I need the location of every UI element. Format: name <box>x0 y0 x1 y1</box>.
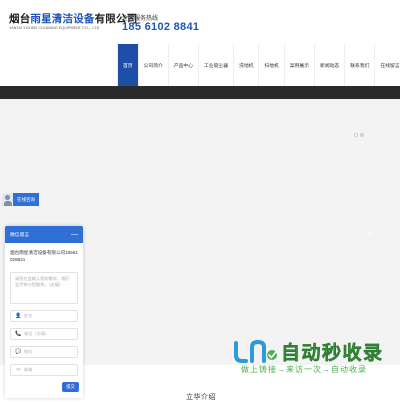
message-panel-title: 微信留言 <box>10 233 30 238</box>
nav-item-news[interactable]: 新闻动态 <box>315 44 346 86</box>
main-nav: 首页 公司简介 产品中心 工业吸尘器 洗地机 扫地机 案例展示 新闻动态 联系我… <box>117 44 400 86</box>
company-name-prefix: 烟台 <box>9 13 31 25</box>
email-icon: ✉ <box>16 367 21 373</box>
banner-top-band <box>0 86 400 99</box>
name-placeholder: 姓名 <box>24 313 33 318</box>
phone-placeholder: 电话（必填） <box>24 331 50 336</box>
message-panel-header: 微信留言 — <box>5 226 83 243</box>
minimize-icon[interactable]: — <box>71 231 78 238</box>
watermark-logo-icon <box>232 337 280 365</box>
message-panel: 微信留言 — 烟台雨星清洁设备有限公司18561028841 请您在此输入您的需… <box>5 226 83 398</box>
company-name-accent: 雨星清洁设备 <box>30 13 95 25</box>
nav-item-about[interactable]: 公司简介 <box>139 44 169 86</box>
email-placeholder: 邮箱 <box>24 367 33 372</box>
phone-field[interactable]: 📞 电话（必填） <box>10 328 78 340</box>
name-field[interactable]: 👤 姓名 <box>10 310 78 322</box>
wechat-field[interactable]: 💬 微信 <box>10 346 78 358</box>
watermark-brand-text: 自动秒收录 <box>281 342 384 364</box>
email-field[interactable]: ✉ 邮箱 <box>10 364 78 376</box>
carousel-dot-2[interactable] <box>360 133 364 137</box>
hotline-number: 185 6102 8841 <box>122 21 200 33</box>
nav-item-home[interactable]: 首页 <box>117 44 139 86</box>
nav-item-contact[interactable]: 联系我们 <box>345 44 376 86</box>
nav-item-scrubber[interactable]: 洗地机 <box>234 44 260 86</box>
nav-item-sweeper[interactable]: 扫地机 <box>259 44 285 86</box>
message-textarea[interactable]: 请您在此输入您的需求，我们会尽快与您联系。（必填） <box>10 272 78 304</box>
watermark-slogan: 做上铸接→来访一次→自动收录 <box>241 365 367 374</box>
carousel-next-icon[interactable]: › <box>367 224 372 240</box>
online-consult-label: 在线咨询 <box>13 193 39 206</box>
wechat-icon: 💬 <box>15 349 22 355</box>
nav-item-products[interactable]: 产品中心 <box>169 44 200 86</box>
watermark-brand: 自动秒收录 <box>232 337 384 365</box>
wechat-placeholder: 微信 <box>24 349 33 354</box>
company-phone-text: 烟台雨星清洁设备有限公司18561028841 <box>10 250 78 262</box>
submit-button[interactable]: 提交 <box>62 382 79 392</box>
phone-icon: 📞 <box>15 331 22 337</box>
user-icon: 👤 <box>15 313 22 319</box>
section-title: 立华介绍 <box>186 394 216 401</box>
nav-item-message[interactable]: 在线留言 <box>375 44 400 86</box>
nav-item-industrial-vacuum[interactable]: 工业吸尘器 <box>199 44 235 86</box>
nav-item-cases[interactable]: 案例展示 <box>285 44 316 86</box>
online-consult-button[interactable]: 在线咨询 <box>2 193 39 206</box>
company-name-en: YANTAI YUXING CLEANING EQUIPMENT CO.，LTD <box>9 26 100 30</box>
site-header: 烟台雨星清洁设备有限公司 YANTAI YUXING CLEANING EQUI… <box>0 0 400 44</box>
carousel-dot-1[interactable] <box>354 133 358 137</box>
agent-avatar-icon <box>2 193 13 206</box>
company-logo-title[interactable]: 烟台雨星清洁设备有限公司 <box>9 11 137 26</box>
